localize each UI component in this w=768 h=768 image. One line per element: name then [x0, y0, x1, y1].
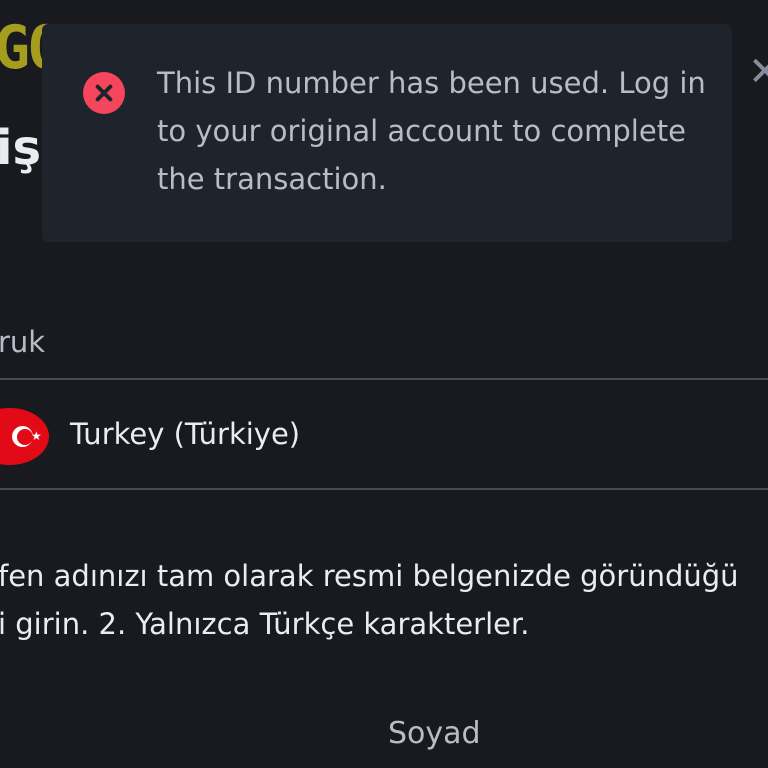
verification-page: GO işi ruk ★ Turkey (Türkiye) fen adınız… [0, 0, 768, 768]
toast-message: This ID number has been used. Log in to … [157, 66, 706, 196]
surname-field-label[interactable]: Soyad [388, 714, 481, 754]
instructions-line-2: i girin. 2. Yalnızca Türkçe karakterler. [0, 607, 530, 641]
country-select-value: Turkey (Türkiye) [70, 417, 301, 451]
turkey-flag-icon: ★ [0, 408, 49, 465]
close-icon[interactable]: ✕ [748, 52, 768, 92]
instructions-line-1: fen adınızı tam olarak resmi belgenizde … [0, 559, 739, 593]
nationality-label: ruk [0, 325, 46, 359]
country-select[interactable]: ★ Turkey (Türkiye) [0, 378, 768, 490]
error-circle-icon [83, 72, 125, 114]
name-instructions: fen adınızı tam olarak resmi belgenizde … [0, 552, 768, 648]
error-toast: This ID number has been used. Log in to … [42, 24, 732, 242]
